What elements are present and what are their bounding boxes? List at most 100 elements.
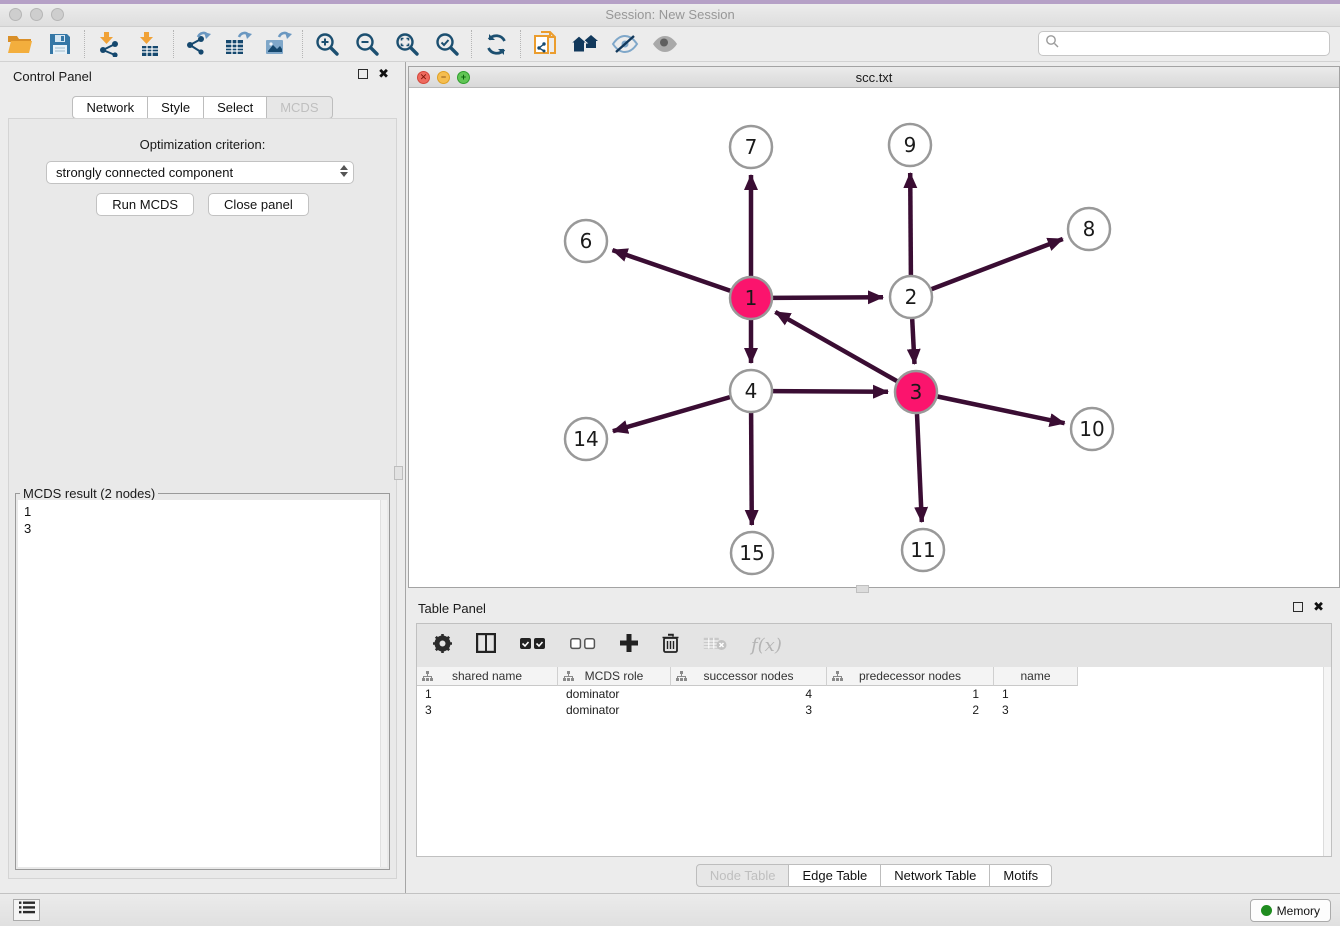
- vertical-splitter-handle[interactable]: [394, 466, 403, 480]
- graph-node-14[interactable]: 14: [565, 418, 607, 460]
- table-panel-tabs: Node TableEdge TableNetwork TableMotifs: [408, 864, 1340, 887]
- mcds-result-title: MCDS result (2 nodes): [20, 486, 158, 501]
- tab-network[interactable]: Network: [72, 96, 148, 119]
- graph-edge-3-10[interactable]: [938, 397, 1065, 424]
- table-cell[interactable]: dominator: [558, 702, 671, 718]
- memory-button[interactable]: Memory: [1250, 899, 1331, 922]
- close-panel-icon[interactable]: ✖: [378, 69, 389, 79]
- clone-network-button[interactable]: [525, 28, 565, 60]
- graph-edge-1-6[interactable]: [613, 250, 731, 291]
- graph-node-10[interactable]: 10: [1071, 408, 1113, 450]
- zoom-selected-button[interactable]: [427, 28, 467, 60]
- tab-edge-table[interactable]: Edge Table: [788, 864, 881, 887]
- show-all-button[interactable]: [645, 28, 685, 60]
- export-table-button[interactable]: [218, 28, 258, 60]
- graph-node-11[interactable]: 11: [902, 529, 944, 571]
- table-panel-title: Table Panel: [418, 601, 486, 616]
- import-table-button[interactable]: [129, 28, 169, 60]
- table-cell[interactable]: 1: [827, 686, 994, 702]
- graph-node-4[interactable]: 4: [730, 370, 772, 412]
- graph-node-7[interactable]: 7: [730, 126, 772, 168]
- toolbar-separator: [84, 30, 85, 58]
- hide-selected-button[interactable]: [605, 28, 645, 60]
- column-header-predecessor-nodes[interactable]: predecessor nodes: [827, 667, 994, 686]
- control-panel-title: Control Panel: [13, 69, 92, 84]
- table-settings-button[interactable]: [433, 634, 452, 658]
- graph-edge-2-8[interactable]: [932, 239, 1063, 289]
- export-image-button[interactable]: [258, 28, 298, 60]
- float-table-panel-icon[interactable]: [1293, 602, 1303, 612]
- table-scrollbar[interactable]: [1323, 667, 1331, 856]
- task-history-button[interactable]: [13, 899, 40, 921]
- tab-motifs[interactable]: Motifs: [989, 864, 1052, 887]
- open-session-button[interactable]: [0, 28, 40, 60]
- save-session-button[interactable]: [40, 28, 80, 60]
- zoom-fit-button[interactable]: [387, 28, 427, 60]
- graph-node-3[interactable]: 3: [895, 371, 937, 413]
- graph-node-8[interactable]: 8: [1068, 208, 1110, 250]
- deselect-all-columns-button[interactable]: [570, 637, 596, 655]
- graph-node-15[interactable]: 15: [731, 532, 773, 574]
- table-cell[interactable]: 4: [671, 686, 827, 702]
- run-mcds-button[interactable]: Run MCDS: [96, 193, 194, 216]
- graph-node-1[interactable]: 1: [730, 277, 772, 319]
- refresh-button[interactable]: [476, 28, 516, 60]
- close-table-panel-icon[interactable]: ✖: [1313, 602, 1324, 612]
- table-row[interactable]: 1dominator411: [417, 686, 1331, 702]
- import-network-button[interactable]: [89, 28, 129, 60]
- tab-style[interactable]: Style: [147, 96, 204, 119]
- zoom-out-icon: [355, 32, 380, 57]
- export-network-button[interactable]: [178, 28, 218, 60]
- column-header-name[interactable]: name: [994, 667, 1078, 686]
- graph-node-9[interactable]: 9: [889, 124, 931, 166]
- horizontal-splitter-handle[interactable]: [856, 585, 869, 593]
- main-toolbar: [0, 27, 1340, 62]
- add-column-button[interactable]: [620, 634, 638, 657]
- graph-node-6[interactable]: 6: [565, 220, 607, 262]
- table-split-view-button[interactable]: [476, 633, 496, 658]
- result-line: 1: [24, 503, 381, 520]
- column-header-shared-name[interactable]: shared name: [417, 667, 558, 686]
- zoom-out-button[interactable]: [347, 28, 387, 60]
- home-view-button[interactable]: [565, 28, 605, 60]
- graph-edge-3-1[interactable]: [775, 312, 897, 381]
- network-canvas[interactable]: 7 9 6 8 1 2 4 3 14 10 15 11: [409, 89, 1339, 587]
- table-row[interactable]: 3dominator323: [417, 702, 1331, 718]
- table-cell[interactable]: 1: [994, 686, 1078, 702]
- function-builder-button: f(x): [751, 635, 782, 656]
- tab-node-table[interactable]: Node Table: [696, 864, 790, 887]
- table-cell[interactable]: 3: [994, 702, 1078, 718]
- zoom-in-button[interactable]: [307, 28, 347, 60]
- float-panel-icon[interactable]: [358, 69, 368, 79]
- tab-select[interactable]: Select: [203, 96, 267, 119]
- import-network-icon: [96, 31, 122, 57]
- graph-edge-2-9[interactable]: [910, 173, 911, 275]
- tab-network-table[interactable]: Network Table: [880, 864, 990, 887]
- result-scrollbar[interactable]: [380, 500, 387, 867]
- graph-edge-4-3[interactable]: [773, 391, 888, 392]
- close-panel-button[interactable]: Close panel: [208, 193, 309, 216]
- export-table-icon: [224, 31, 252, 57]
- table-cell[interactable]: 2: [827, 702, 994, 718]
- delete-column-button[interactable]: [662, 633, 679, 658]
- column-header-MCDS-role[interactable]: MCDS role: [558, 667, 671, 686]
- graph-node-2[interactable]: 2: [890, 276, 932, 318]
- column-header-successor-nodes[interactable]: successor nodes: [671, 667, 827, 686]
- graph-edge-4-14[interactable]: [613, 397, 730, 431]
- graph-edge-2-3[interactable]: [912, 319, 914, 364]
- table-cell[interactable]: 1: [417, 686, 558, 702]
- mcds-result-textarea[interactable]: 13: [18, 500, 387, 867]
- optimization-criterion-select[interactable]: strongly connected component: [46, 161, 354, 184]
- search-input[interactable]: [1038, 31, 1330, 56]
- graph-edge-1-2[interactable]: [773, 297, 883, 298]
- graph-edge-3-11[interactable]: [917, 414, 922, 522]
- control-panel-tabs: NetworkStyleSelectMCDS: [0, 96, 405, 119]
- table-cell[interactable]: dominator: [558, 686, 671, 702]
- tab-mcds[interactable]: MCDS: [266, 96, 332, 119]
- mcds-panel: Optimization criterion: strongly connect…: [8, 118, 397, 879]
- table-cell[interactable]: 3: [417, 702, 558, 718]
- select-all-columns-button[interactable]: [520, 637, 546, 655]
- table-cell[interactable]: 3: [671, 702, 827, 718]
- graph-edge-4-15[interactable]: [751, 413, 752, 525]
- control-panel: Control Panel ✖ NetworkStyleSelectMCDS O…: [0, 62, 406, 893]
